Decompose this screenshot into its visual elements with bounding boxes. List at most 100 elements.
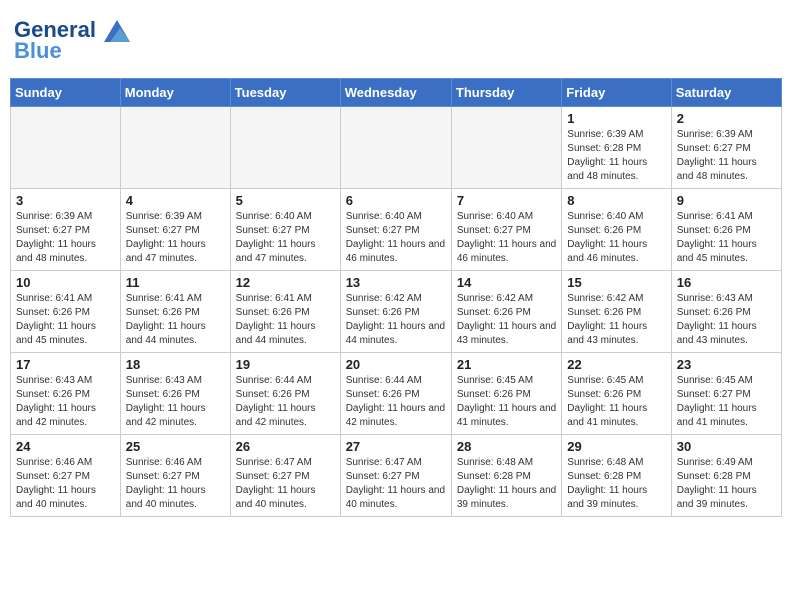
day-number: 9 — [677, 193, 776, 208]
day-info: Sunrise: 6:41 AM Sunset: 6:26 PM Dayligh… — [236, 292, 335, 348]
day-info: Sunrise: 6:44 AM Sunset: 6:26 PM Dayligh… — [236, 374, 335, 430]
day-number: 25 — [126, 439, 225, 454]
day-info: Sunrise: 6:39 AM Sunset: 6:27 PM Dayligh… — [677, 128, 776, 184]
weekday-header-saturday: Saturday — [671, 79, 781, 107]
calendar-cell: 16Sunrise: 6:43 AM Sunset: 6:26 PM Dayli… — [671, 271, 781, 353]
calendar-cell: 19 Sunrise: 6:44 AM Sunset: 6:26 PM Dayli… — [230, 353, 340, 435]
day-info: Sunrise: 6:47 AM Sunset: 6:27 PM Dayligh… — [236, 456, 335, 512]
day-info: Sunrise: 6:39 AM Sunset: 6:27 PM Dayligh… — [126, 210, 225, 266]
calendar-cell: 29 Sunrise: 6:48 AM Sunset: 6:28 PM Dayli… — [562, 435, 671, 517]
day-info: Sunrise: 6:42 AM Sunset: 6:26 PM Dayligh… — [346, 292, 446, 348]
calendar-cell — [340, 107, 451, 189]
calendar-cell: 1Sunrise: 6:39 AM Sunset: 6:28 PM Daylig… — [562, 107, 671, 189]
day-number: 13 — [346, 275, 446, 290]
day-number: 7 — [457, 193, 556, 208]
day-info: Sunrise: 6:49 AM Sunset: 6:28 PM Dayligh… — [677, 456, 776, 512]
day-info: Sunrise: 6:45 AM Sunset: 6:27 PM Dayligh… — [677, 374, 776, 430]
day-info: Sunrise: 6:43 AM Sunset: 6:26 PM Dayligh… — [16, 374, 115, 430]
day-info: Sunrise: 6:39 AM Sunset: 6:27 PM Dayligh… — [16, 210, 115, 266]
day-info: Sunrise: 6:47 AM Sunset: 6:27 PM Dayligh… — [346, 456, 446, 512]
day-number: 15 — [567, 275, 665, 290]
day-number: 5 — [236, 193, 335, 208]
day-number: 21 — [457, 357, 556, 372]
day-info: Sunrise: 6:45 AM Sunset: 6:26 PM Dayligh… — [457, 374, 556, 430]
calendar-table: SundayMondayTuesdayWednesdayThursdayFrid… — [10, 78, 782, 517]
day-number: 29 — [567, 439, 665, 454]
day-number: 1 — [567, 111, 665, 126]
day-number: 6 — [346, 193, 446, 208]
day-number: 12 — [236, 275, 335, 290]
week-row-2: 3 Sunrise: 6:39 AM Sunset: 6:27 PM Daylig… — [11, 189, 782, 271]
day-number: 2 — [677, 111, 776, 126]
calendar-cell: 25 Sunrise: 6:46 AM Sunset: 6:27 PM Dayli… — [120, 435, 230, 517]
day-number: 11 — [126, 275, 225, 290]
weekday-header-tuesday: Tuesday — [230, 79, 340, 107]
day-number: 4 — [126, 193, 225, 208]
day-number: 30 — [677, 439, 776, 454]
calendar-cell: 12 Sunrise: 6:41 AM Sunset: 6:26 PM Dayli… — [230, 271, 340, 353]
day-number: 28 — [457, 439, 556, 454]
calendar-cell: 20 Sunrise: 6:44 AM Sunset: 6:26 PM Dayli… — [340, 353, 451, 435]
calendar-cell: 21 Sunrise: 6:45 AM Sunset: 6:26 PM Dayli… — [451, 353, 561, 435]
calendar-cell: 5 Sunrise: 6:40 AM Sunset: 6:27 PM Daylig… — [230, 189, 340, 271]
day-number: 19 — [236, 357, 335, 372]
calendar-cell: 4 Sunrise: 6:39 AM Sunset: 6:27 PM Daylig… — [120, 189, 230, 271]
day-info: Sunrise: 6:41 AM Sunset: 6:26 PM Dayligh… — [677, 210, 776, 266]
week-row-3: 10 Sunrise: 6:41 AM Sunset: 6:26 PM Dayli… — [11, 271, 782, 353]
day-info: Sunrise: 6:44 AM Sunset: 6:26 PM Dayligh… — [346, 374, 446, 430]
day-number: 18 — [126, 357, 225, 372]
page-header: General Blue — [10, 10, 782, 72]
week-row-5: 24 Sunrise: 6:46 AM Sunset: 6:27 PM Dayli… — [11, 435, 782, 517]
weekday-header-wednesday: Wednesday — [340, 79, 451, 107]
day-info: Sunrise: 6:45 AM Sunset: 6:26 PM Dayligh… — [567, 374, 665, 430]
day-info: Sunrise: 6:41 AM Sunset: 6:26 PM Dayligh… — [16, 292, 115, 348]
calendar-cell — [11, 107, 121, 189]
day-number: 22 — [567, 357, 665, 372]
calendar-cell: 13 Sunrise: 6:42 AM Sunset: 6:26 PM Dayli… — [340, 271, 451, 353]
calendar-cell: 24 Sunrise: 6:46 AM Sunset: 6:27 PM Dayli… — [11, 435, 121, 517]
calendar-cell: 18 Sunrise: 6:43 AM Sunset: 6:26 PM Dayli… — [120, 353, 230, 435]
day-info: Sunrise: 6:46 AM Sunset: 6:27 PM Dayligh… — [16, 456, 115, 512]
calendar-cell: 7 Sunrise: 6:40 AM Sunset: 6:27 PM Daylig… — [451, 189, 561, 271]
day-info: Sunrise: 6:40 AM Sunset: 6:27 PM Dayligh… — [236, 210, 335, 266]
weekday-header-sunday: Sunday — [11, 79, 121, 107]
week-row-4: 17Sunrise: 6:43 AM Sunset: 6:26 PM Dayli… — [11, 353, 782, 435]
calendar-cell: 17Sunrise: 6:43 AM Sunset: 6:26 PM Dayli… — [11, 353, 121, 435]
day-info: Sunrise: 6:40 AM Sunset: 6:27 PM Dayligh… — [457, 210, 556, 266]
calendar-cell: 30 Sunrise: 6:49 AM Sunset: 6:28 PM Dayli… — [671, 435, 781, 517]
calendar-cell — [451, 107, 561, 189]
calendar-cell: 22 Sunrise: 6:45 AM Sunset: 6:26 PM Dayli… — [562, 353, 671, 435]
day-number: 24 — [16, 439, 115, 454]
day-number: 8 — [567, 193, 665, 208]
calendar-cell — [120, 107, 230, 189]
calendar-cell: 23 Sunrise: 6:45 AM Sunset: 6:27 PM Dayli… — [671, 353, 781, 435]
calendar-cell: 9 Sunrise: 6:41 AM Sunset: 6:26 PM Daylig… — [671, 189, 781, 271]
week-row-1: 1Sunrise: 6:39 AM Sunset: 6:28 PM Daylig… — [11, 107, 782, 189]
day-info: Sunrise: 6:48 AM Sunset: 6:28 PM Dayligh… — [567, 456, 665, 512]
calendar-cell: 6 Sunrise: 6:40 AM Sunset: 6:27 PM Daylig… — [340, 189, 451, 271]
day-number: 10 — [16, 275, 115, 290]
day-info: Sunrise: 6:46 AM Sunset: 6:27 PM Dayligh… — [126, 456, 225, 512]
day-number: 27 — [346, 439, 446, 454]
calendar-cell: 15Sunrise: 6:42 AM Sunset: 6:26 PM Dayli… — [562, 271, 671, 353]
day-info: Sunrise: 6:40 AM Sunset: 6:26 PM Dayligh… — [567, 210, 665, 266]
calendar-cell: 26 Sunrise: 6:47 AM Sunset: 6:27 PM Dayli… — [230, 435, 340, 517]
calendar-cell — [230, 107, 340, 189]
day-info: Sunrise: 6:40 AM Sunset: 6:27 PM Dayligh… — [346, 210, 446, 266]
calendar-cell: 28 Sunrise: 6:48 AM Sunset: 6:28 PM Dayli… — [451, 435, 561, 517]
calendar-cell: 10 Sunrise: 6:41 AM Sunset: 6:26 PM Dayli… — [11, 271, 121, 353]
day-info: Sunrise: 6:41 AM Sunset: 6:26 PM Dayligh… — [126, 292, 225, 348]
calendar-header-row: SundayMondayTuesdayWednesdayThursdayFrid… — [11, 79, 782, 107]
day-number: 26 — [236, 439, 335, 454]
calendar-cell: 27 Sunrise: 6:47 AM Sunset: 6:27 PM Dayli… — [340, 435, 451, 517]
day-info: Sunrise: 6:43 AM Sunset: 6:26 PM Dayligh… — [126, 374, 225, 430]
day-info: Sunrise: 6:48 AM Sunset: 6:28 PM Dayligh… — [457, 456, 556, 512]
logo-icon — [104, 20, 130, 42]
day-number: 3 — [16, 193, 115, 208]
day-number: 23 — [677, 357, 776, 372]
calendar-cell: 3 Sunrise: 6:39 AM Sunset: 6:27 PM Daylig… — [11, 189, 121, 271]
logo: General Blue — [14, 18, 130, 64]
calendar-cell: 11 Sunrise: 6:41 AM Sunset: 6:26 PM Dayli… — [120, 271, 230, 353]
weekday-header-friday: Friday — [562, 79, 671, 107]
day-number: 20 — [346, 357, 446, 372]
